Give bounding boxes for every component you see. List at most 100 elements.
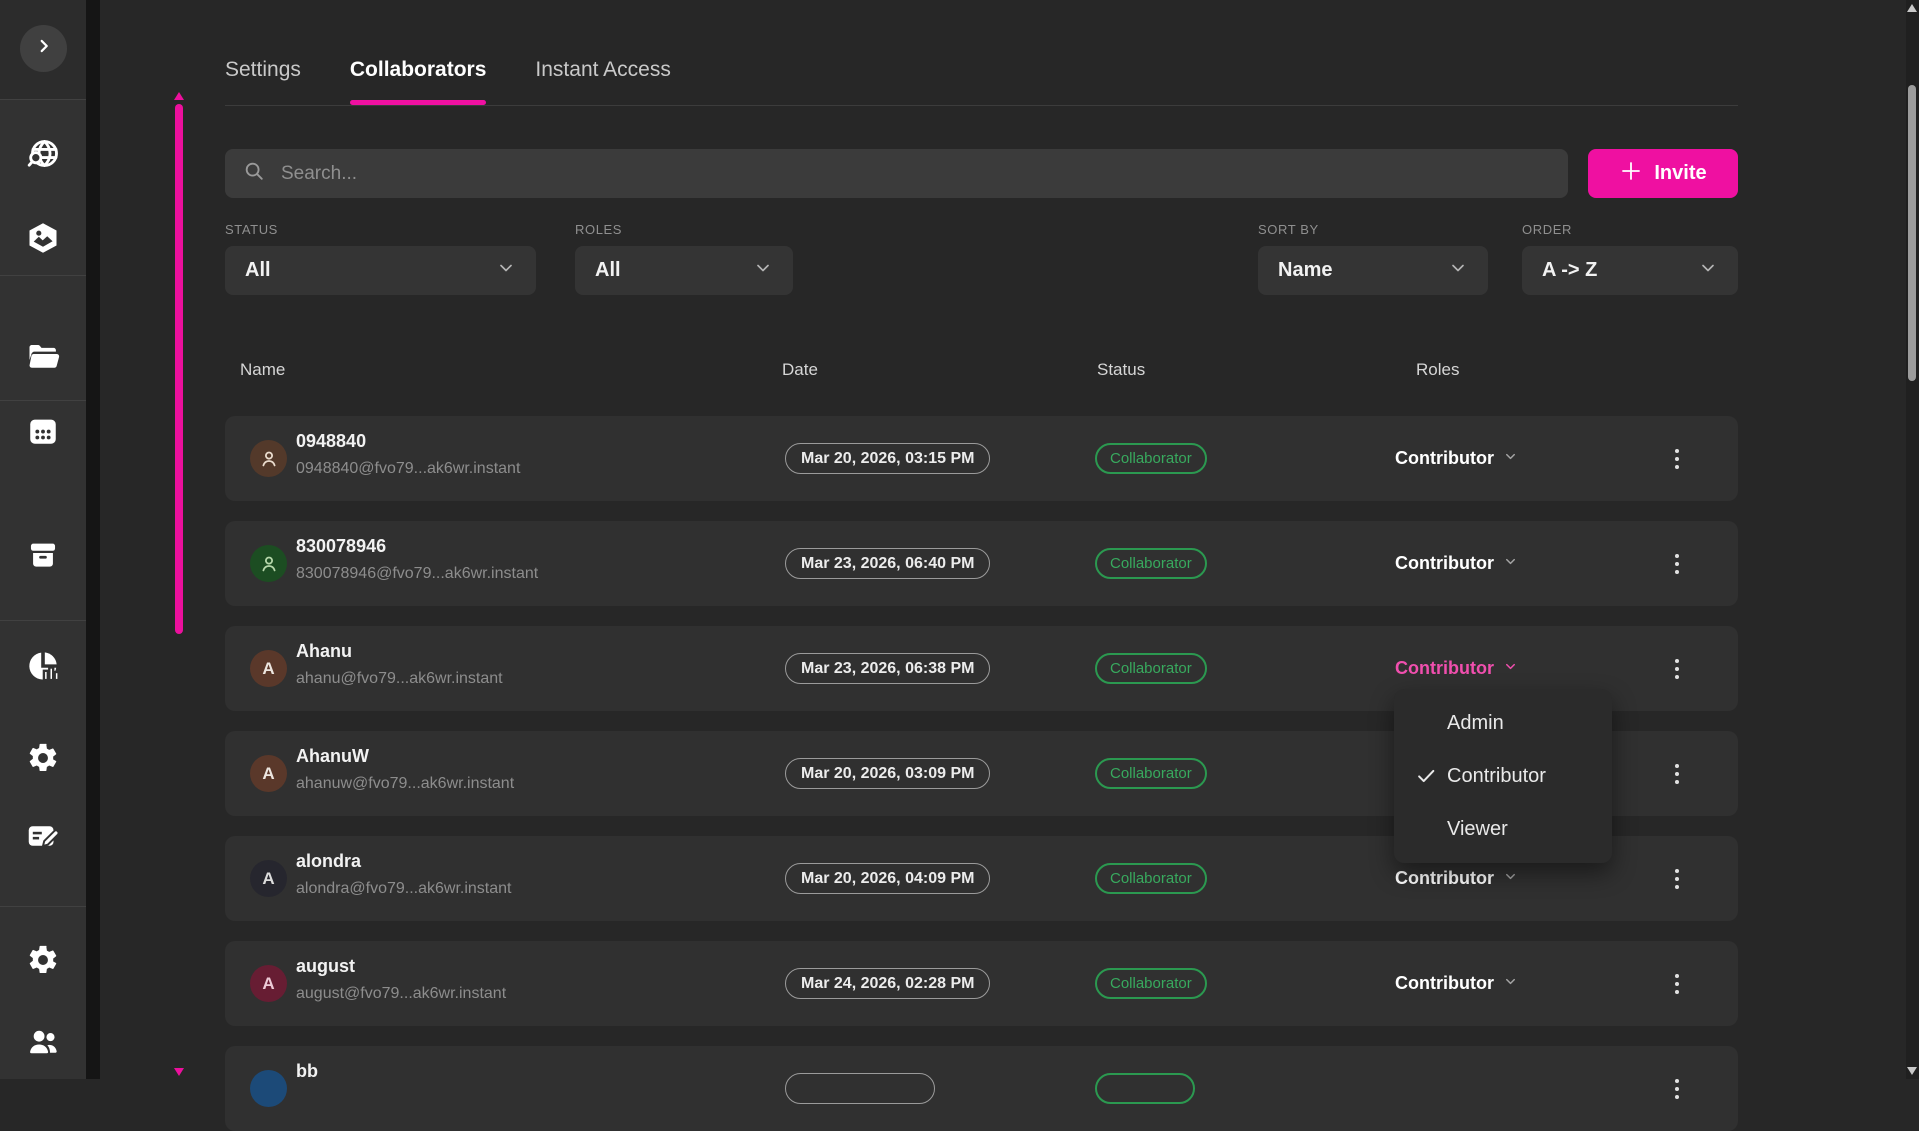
analytics-pie-icon	[25, 648, 61, 689]
chevron-down-icon	[753, 258, 773, 283]
chevron-down-icon	[1503, 449, 1518, 469]
sidebar-icon-rail	[0, 0, 86, 1079]
role-dropdown[interactable]: Contributor	[1395, 521, 1518, 606]
sidebar-item-members[interactable]	[0, 1019, 86, 1067]
filter-sort-by-select[interactable]: Name	[1258, 246, 1488, 295]
filter-roles-label: ROLES	[575, 222, 793, 237]
column-header-status: Status	[1097, 360, 1145, 380]
tab-instant-access[interactable]: Instant Access	[535, 58, 670, 105]
collaborator-name: AhanuW	[296, 746, 369, 767]
collaborator-email: alondra@fvo79...ak6wr.instant	[296, 880, 511, 898]
date-badge: Mar 23, 2026, 06:38 PM	[785, 653, 990, 684]
filter-roles-select[interactable]: All	[575, 246, 793, 295]
role-dropdown[interactable]: Contributor	[1395, 416, 1518, 501]
filter-sort-by-value: Name	[1278, 259, 1332, 282]
archive-box-icon	[26, 538, 60, 577]
sidebar-expand-button[interactable]	[20, 25, 67, 72]
scroll-up-arrow-icon[interactable]	[174, 92, 184, 100]
sidebar-item-files[interactable]	[0, 335, 86, 383]
sidebar-item-renders[interactable]	[0, 216, 86, 264]
tab-collaborators[interactable]: Collaborators	[350, 58, 487, 105]
date-badge: Mar 20, 2026, 03:09 PM	[785, 758, 990, 789]
role-menu-item-viewer[interactable]: Viewer	[1394, 803, 1612, 856]
tab-bar: Settings Collaborators Instant Access	[225, 58, 671, 105]
chevron-down-icon	[1503, 869, 1518, 889]
settings-gear-icon	[26, 741, 60, 780]
collaborator-email: ahanuw@fvo79...ak6wr.instant	[296, 775, 514, 793]
row-menu-button[interactable]	[1662, 521, 1692, 606]
collaborator-email: august@fvo79...ak6wr.instant	[296, 985, 506, 1003]
role-value: Contributor	[1395, 448, 1494, 469]
date-badge	[785, 1073, 935, 1104]
chevron-right-icon	[33, 35, 55, 62]
row-menu-button[interactable]	[1662, 941, 1692, 1026]
divider	[0, 275, 86, 276]
sidebar-item-archive[interactable]	[0, 533, 86, 581]
avatar: A	[250, 965, 287, 1002]
tab-bar-divider	[225, 105, 1738, 106]
status-badge: Collaborator	[1095, 548, 1207, 579]
role-value: Contributor	[1395, 658, 1494, 679]
scroll-down-arrow-icon[interactable]	[174, 1068, 184, 1076]
search-input[interactable]	[279, 162, 1550, 186]
row-menu-button[interactable]	[1662, 1046, 1692, 1131]
table-row: 830078946 830078946@fvo79...ak6wr.instan…	[225, 521, 1738, 606]
filter-status-value: All	[245, 259, 271, 282]
sidebar-item-apps[interactable]	[0, 409, 86, 457]
date-badge: Mar 20, 2026, 04:09 PM	[785, 863, 990, 894]
search-bar	[225, 149, 1568, 198]
collaborator-email: 830078946@fvo79...ak6wr.instant	[296, 565, 538, 583]
scroll-down-arrow-icon[interactable]	[1907, 1067, 1917, 1075]
page-scrollbar[interactable]	[1906, 0, 1919, 1079]
status-badge: Collaborator	[1095, 968, 1207, 999]
row-menu-button[interactable]	[1662, 836, 1692, 921]
avatar	[250, 1070, 287, 1107]
render-cube-icon	[25, 220, 61, 261]
collaborator-name: alondra	[296, 851, 361, 872]
divider	[0, 400, 86, 401]
column-header-name: Name	[240, 360, 285, 380]
check-icon	[1415, 765, 1437, 787]
sidebar-header	[0, 0, 86, 99]
invite-button[interactable]: Invite	[1588, 149, 1738, 198]
role-dropdown[interactable]: Contributor	[1395, 941, 1518, 1026]
status-badge: Collaborator	[1095, 863, 1207, 894]
collaborator-name: 0948840	[296, 431, 366, 452]
collaborator-name: Ahanu	[296, 641, 352, 662]
divider	[0, 620, 86, 621]
status-badge: Collaborator	[1095, 758, 1207, 789]
chevron-down-icon	[496, 258, 516, 283]
row-menu-button[interactable]	[1662, 626, 1692, 711]
chevron-down-icon	[1448, 258, 1468, 283]
role-menu-item-admin[interactable]: Admin	[1394, 697, 1612, 750]
sidebar-item-explore[interactable]	[0, 133, 86, 181]
filter-order-label: ORDER	[1522, 222, 1738, 237]
role-menu-item-contributor[interactable]: Contributor	[1394, 750, 1612, 803]
sidebar-item-analytics[interactable]	[0, 644, 86, 692]
filter-order-select[interactable]: A -> Z	[1522, 246, 1738, 295]
sidebar-item-settings[interactable]	[0, 736, 86, 784]
collaborator-name: 830078946	[296, 536, 386, 557]
globe-search-icon	[25, 137, 61, 178]
row-menu-button[interactable]	[1662, 416, 1692, 501]
sidebar-scrollbar-thumb[interactable]	[175, 104, 183, 634]
filter-sort-by-label: SORT BY	[1258, 222, 1488, 237]
sidebar-scrollbar[interactable]	[86, 0, 100, 1079]
tab-settings[interactable]: Settings	[225, 58, 301, 105]
filter-order: ORDER A -> Z	[1522, 222, 1738, 295]
sidebar-item-contact-card[interactable]	[0, 814, 86, 862]
column-header-roles: Roles	[1416, 360, 1459, 380]
page-scrollbar-thumb[interactable]	[1908, 85, 1916, 381]
filter-sort-by: SORT BY Name	[1258, 222, 1488, 295]
row-menu-button[interactable]	[1662, 731, 1692, 816]
role-value: Contributor	[1395, 973, 1494, 994]
avatar: A	[250, 755, 287, 792]
avatar: A	[250, 650, 287, 687]
scroll-up-arrow-icon[interactable]	[1907, 4, 1917, 12]
settings-gear-icon	[26, 943, 60, 982]
filter-status-select[interactable]: All	[225, 246, 536, 295]
chevron-down-icon	[1503, 659, 1518, 679]
sidebar-item-admin-settings[interactable]	[0, 938, 86, 986]
collaborator-name: august	[296, 956, 355, 977]
role-menu: Admin Contributor Viewer	[1394, 689, 1612, 863]
